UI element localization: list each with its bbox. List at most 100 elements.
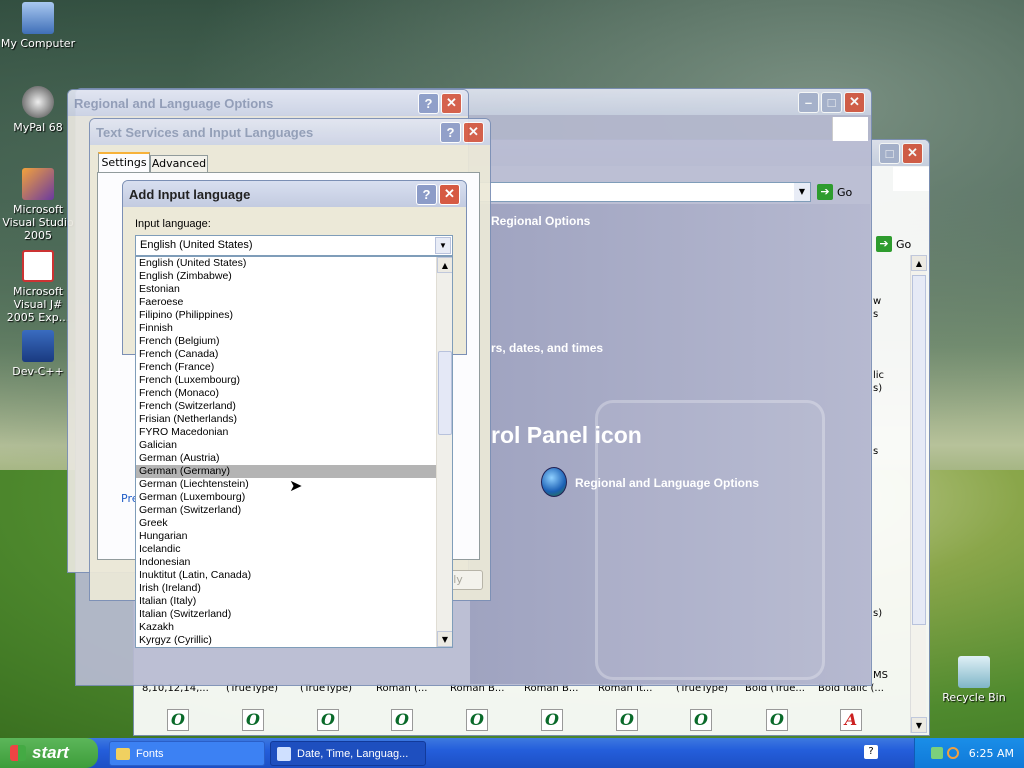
- minimize-button[interactable]: –: [798, 91, 819, 113]
- fonts-side-text: s): [873, 383, 883, 394]
- tab-settings[interactable]: Settings: [98, 152, 150, 173]
- list-item[interactable]: Faeroese: [136, 296, 452, 309]
- fonts-vscroll[interactable]: ▲ ▼: [910, 255, 927, 733]
- address-bar[interactable]: ▼: [470, 182, 811, 202]
- start-button[interactable]: start: [0, 738, 98, 768]
- opentype-font-icon[interactable]: O: [317, 709, 339, 731]
- list-item[interactable]: English (United States): [136, 257, 452, 270]
- desktop-icon-label: Microsoft Visual J# 2005 Exp...: [6, 285, 70, 324]
- opentype-font-icon[interactable]: O: [690, 709, 712, 731]
- computer-icon: [22, 2, 54, 34]
- list-item[interactable]: Icelandic: [136, 543, 452, 556]
- clock[interactable]: 6:25 AM: [969, 747, 1014, 760]
- desktop-icon-devcpp[interactable]: Dev-C++: [0, 330, 76, 378]
- list-item[interactable]: French (Belgium): [136, 335, 452, 348]
- desktop-icon-label: Recycle Bin: [942, 691, 1006, 704]
- opentype-font-icon[interactable]: O: [616, 709, 638, 731]
- list-item[interactable]: Irish (Ireland): [136, 582, 452, 595]
- close-button[interactable]: ✕: [441, 92, 462, 114]
- scroll-up-icon[interactable]: ▲: [437, 257, 452, 273]
- close-button[interactable]: ✕: [844, 91, 865, 113]
- scroll-up-icon[interactable]: ▲: [911, 255, 927, 271]
- list-item[interactable]: Greek: [136, 517, 452, 530]
- tab-advanced[interactable]: Advanced: [150, 155, 208, 173]
- taskbar: start Fonts Date, Time, Languag... ? 6:2…: [0, 738, 1024, 768]
- desktop-icon-label: Dev-C++: [12, 365, 64, 378]
- go-arrow-icon: ➔: [817, 184, 833, 200]
- mouse-cursor-icon: ➤: [289, 476, 303, 495]
- help-button[interactable]: ?: [440, 121, 461, 143]
- list-item[interactable]: Estonian: [136, 283, 452, 296]
- close-button[interactable]: ✕: [902, 142, 923, 164]
- input-language-combobox[interactable]: English (United States) ▼: [135, 235, 453, 256]
- desktop-icon-mypal[interactable]: MyPal 68: [0, 86, 76, 134]
- help-tray-icon[interactable]: ?: [864, 745, 878, 759]
- fonts-go-button[interactable]: ➔ Go: [876, 235, 920, 253]
- opentype-font-icon[interactable]: O: [242, 709, 264, 731]
- opentype-font-icon[interactable]: O: [167, 709, 189, 731]
- scroll-thumb[interactable]: [912, 275, 926, 625]
- fonts-side-text: lic: [873, 370, 885, 381]
- network-icon[interactable]: [930, 747, 943, 759]
- scroll-thumb[interactable]: [438, 351, 452, 435]
- help-button[interactable]: ?: [416, 183, 437, 205]
- list-item[interactable]: English (Zimbabwe): [136, 270, 452, 283]
- opentype-font-icon[interactable]: O: [541, 709, 563, 731]
- pick-task-heading[interactable]: rs, dates, and times: [491, 341, 603, 355]
- task-fonts[interactable]: Fonts: [109, 741, 265, 766]
- desktop-icon-my-computer[interactable]: My Computer: [0, 2, 76, 50]
- close-button[interactable]: ✕: [463, 121, 484, 143]
- task-date-time[interactable]: Date, Time, Languag...: [270, 741, 426, 766]
- list-items: English (United States) English (Zimbabwe…: [136, 257, 452, 647]
- list-item[interactable]: Galician: [136, 439, 452, 452]
- desktop-icon-recycle-bin[interactable]: Recycle Bin: [936, 656, 1012, 704]
- adobe-font-icon[interactable]: A: [840, 709, 862, 731]
- list-item[interactable]: French (Switzerland): [136, 400, 452, 413]
- opentype-font-icon[interactable]: O: [391, 709, 413, 731]
- control-panel-go-button[interactable]: ➔ Go: [817, 183, 861, 201]
- list-item[interactable]: French (Monaco): [136, 387, 452, 400]
- fonts-side-text: s): [873, 608, 883, 619]
- close-button[interactable]: ✕: [439, 183, 460, 205]
- list-item[interactable]: French (France): [136, 361, 452, 374]
- list-item[interactable]: Frisian (Netherlands): [136, 413, 452, 426]
- globe-icon[interactable]: [541, 467, 567, 497]
- list-item[interactable]: French (Canada): [136, 348, 452, 361]
- desktop-icon-visual-jsharp[interactable]: Microsoft Visual J# 2005 Exp...: [0, 250, 76, 324]
- opentype-font-icon[interactable]: O: [766, 709, 788, 731]
- search-icon[interactable]: [946, 747, 959, 759]
- list-item[interactable]: Italian (Switzerland): [136, 608, 452, 621]
- dropdown-arrow-icon[interactable]: ▼: [794, 183, 810, 201]
- maximize-button[interactable]: □: [879, 142, 900, 164]
- list-item[interactable]: FYRO Macedonian: [136, 426, 452, 439]
- checkmark-watermark: [595, 400, 825, 680]
- list-item[interactable]: Kazakh: [136, 621, 452, 634]
- fonts-side-text: s: [873, 309, 879, 320]
- scroll-down-icon[interactable]: ▼: [437, 631, 452, 647]
- list-item[interactable]: German (Austria): [136, 452, 452, 465]
- list-item[interactable]: Hungarian: [136, 530, 452, 543]
- help-button[interactable]: ?: [418, 92, 439, 114]
- windows-logo-icon: [832, 117, 868, 141]
- list-item[interactable]: Inuktitut (Latin, Canada): [136, 569, 452, 582]
- vjsharp-icon: [22, 250, 54, 282]
- text-services-titlebar: Text Services and Input Languages ? ✕: [90, 119, 490, 145]
- input-language-listbox[interactable]: English (United States) English (Zimbabwe…: [135, 256, 453, 648]
- list-item[interactable]: Kyrgyz (Cyrillic): [136, 634, 452, 647]
- desktop-icon-label: My Computer: [0, 37, 76, 50]
- list-item[interactable]: Finnish: [136, 322, 452, 335]
- list-item[interactable]: Filipino (Philippines): [136, 309, 452, 322]
- list-item[interactable]: Indonesian: [136, 556, 452, 569]
- desktop-icon-visual-studio[interactable]: Microsoft Visual Studio 2005: [0, 168, 76, 242]
- visual-studio-icon: [22, 168, 54, 200]
- maximize-button[interactable]: □: [821, 91, 842, 113]
- opentype-font-icon[interactable]: O: [466, 709, 488, 731]
- listbox-scrollbar[interactable]: ▲ ▼: [436, 257, 452, 647]
- list-item[interactable]: Italian (Italy): [136, 595, 452, 608]
- chevron-down-icon[interactable]: ▼: [435, 237, 451, 254]
- desktop-icon-label: MyPal 68: [13, 121, 63, 134]
- scroll-down-icon[interactable]: ▼: [911, 717, 927, 733]
- list-item[interactable]: German (Switzerland): [136, 504, 452, 517]
- list-item[interactable]: French (Luxembourg): [136, 374, 452, 387]
- combobox-value: English (United States): [140, 239, 253, 251]
